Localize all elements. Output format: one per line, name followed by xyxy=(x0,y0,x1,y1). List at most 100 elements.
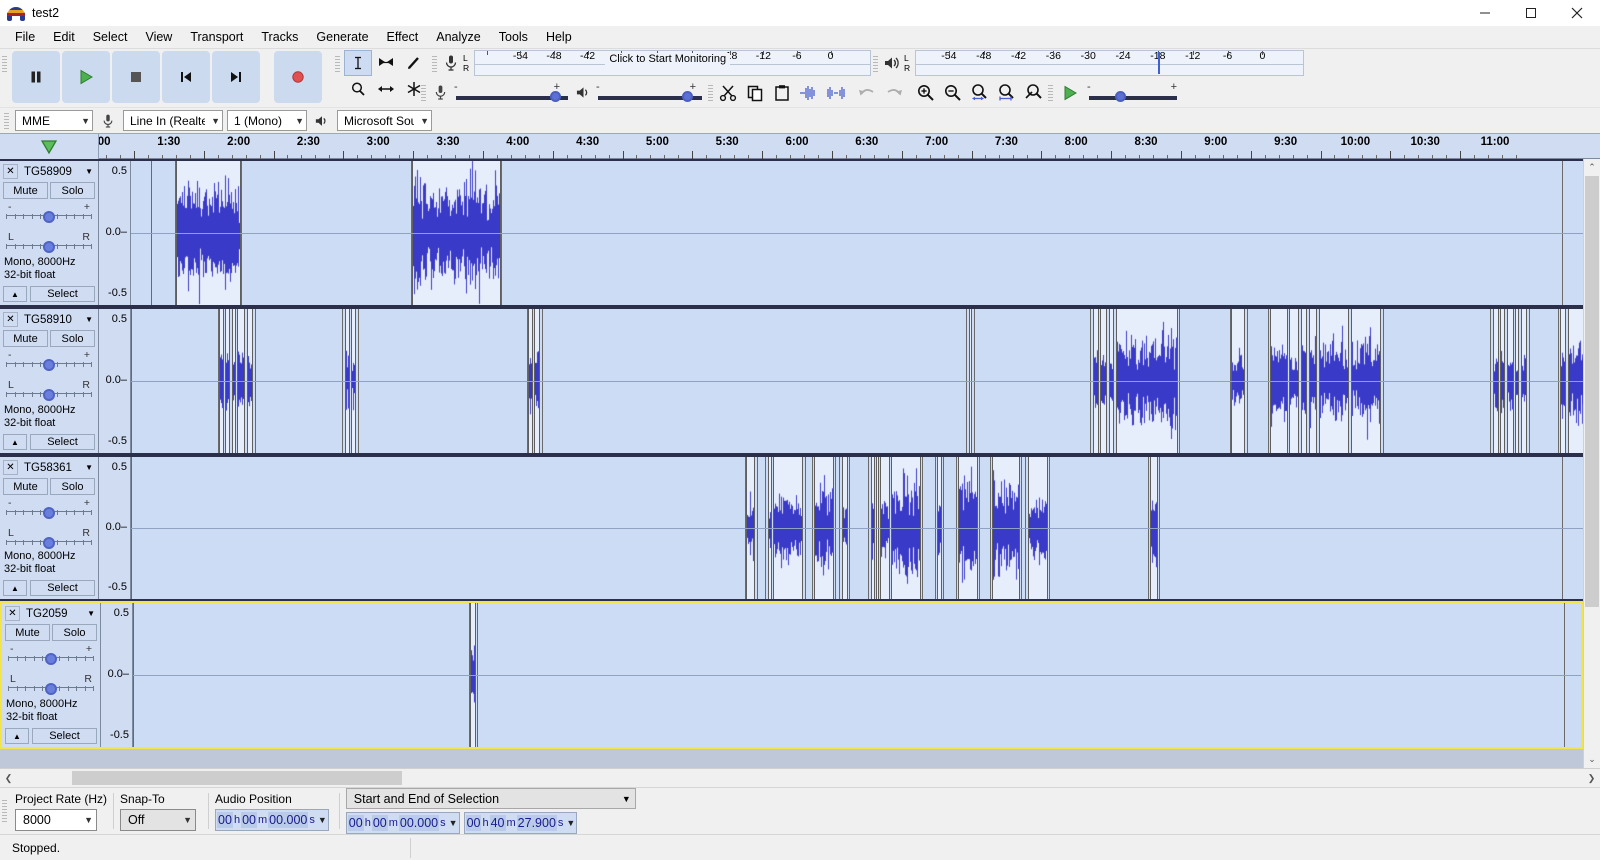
undo-button[interactable] xyxy=(854,80,880,106)
selection-start-minutes[interactable]: 00 xyxy=(371,815,388,831)
pan-slider-thumb[interactable] xyxy=(43,241,55,253)
selection-mode-select[interactable]: Start and End of Selection ▼ xyxy=(345,788,636,809)
waveform-TG2059[interactable] xyxy=(133,603,1581,747)
menu-item-view[interactable]: View xyxy=(136,28,181,46)
recording-device-select[interactable]: Line In (Realtek▼ xyxy=(123,110,223,131)
gain-slider-thumb[interactable] xyxy=(45,653,57,665)
snap-to-select[interactable]: Off ▼ xyxy=(120,808,197,831)
project-rate-select[interactable]: 8000 ▼ xyxy=(15,808,97,831)
device-toolbar-grip[interactable] xyxy=(2,112,11,129)
gain-slider-thumb[interactable] xyxy=(43,211,55,223)
pan-slider[interactable]: LR xyxy=(6,527,92,551)
scroll-up-icon[interactable]: ⌃ xyxy=(1584,159,1600,176)
vertical-scrollbar[interactable]: ⌃ ⌄ xyxy=(1583,159,1600,768)
play-speed-thumb[interactable] xyxy=(1115,90,1126,102)
silence-audio-button[interactable] xyxy=(823,80,849,106)
collapse-up-icon[interactable]: ▲ xyxy=(3,286,27,302)
copy-button[interactable] xyxy=(742,80,768,106)
pan-slider-thumb[interactable] xyxy=(43,389,55,401)
timeline-scale[interactable]: 1:00 1:30 2:00 2:30 3:00 3:30 4:00 4:30 5:00 5:30… xyxy=(99,134,1600,159)
gain-slider[interactable]: - + xyxy=(6,497,92,521)
selection-start-spinner[interactable]: ▼ xyxy=(449,818,458,828)
solo-button[interactable]: Solo xyxy=(50,182,95,199)
audio-position-field[interactable]: 00 h 00 m 00.000 s ▼ xyxy=(215,808,329,831)
track-title[interactable]: TG58361 ▼ xyxy=(21,460,96,475)
audio-position-hours[interactable]: 00 xyxy=(217,811,233,828)
mute-button[interactable]: Mute xyxy=(3,182,48,199)
playback-meter-toolbar[interactable]: LR -54-48-42-36-30-24-18-12-60 xyxy=(880,50,1304,76)
selection-end-minutes[interactable]: 40 xyxy=(489,815,506,831)
zoom-in-button[interactable] xyxy=(912,80,938,106)
menu-item-generate[interactable]: Generate xyxy=(307,28,377,46)
play-at-speed-button[interactable] xyxy=(1055,80,1085,106)
menu-item-help[interactable]: Help xyxy=(537,28,581,46)
multi-tool[interactable] xyxy=(400,76,428,102)
pan-slider[interactable]: LR xyxy=(6,231,92,255)
transport-toolbar-grip[interactable] xyxy=(0,49,9,78)
audio-position-seconds[interactable]: 00.000 xyxy=(268,811,309,828)
collapse-up-icon[interactable]: ▲ xyxy=(5,728,29,744)
close-track-icon[interactable]: ✕ xyxy=(3,164,18,179)
recording-volume-slider[interactable]: - + xyxy=(452,80,572,106)
close-button[interactable] xyxy=(1554,0,1600,26)
pan-slider[interactable]: LR xyxy=(8,673,94,697)
start-monitoring-label[interactable]: Click to Start Monitoring xyxy=(605,53,731,65)
select-button[interactable]: Select xyxy=(30,580,95,596)
selection-end-hours[interactable]: 00 xyxy=(465,815,482,831)
selection-start-seconds[interactable]: 00.000 xyxy=(398,815,440,831)
mute-button[interactable]: Mute xyxy=(3,478,48,495)
draw-tool[interactable] xyxy=(400,50,428,76)
zoom-to-selection-button[interactable] xyxy=(966,80,992,106)
track-TG58361[interactable]: ✕ TG58361 ▼ Mute Solo - + L R Mono, 8000Hz 32-bit … xyxy=(0,455,1583,601)
menu-item-transport[interactable]: Transport xyxy=(181,28,252,46)
horizontal-scrollbar[interactable]: ❮ ❯ xyxy=(0,768,1600,787)
cut-button[interactable] xyxy=(715,80,741,106)
hscroll-trough[interactable] xyxy=(17,769,1583,787)
audio-position-spinner[interactable]: ▼ xyxy=(318,815,327,825)
track-menu-icon[interactable]: ▼ xyxy=(87,609,95,618)
gain-slider[interactable]: - + xyxy=(6,349,92,373)
track-TG58910[interactable]: ✕ TG58910 ▼ Mute Solo - + L R Mono, 8000Hz 32-bit … xyxy=(0,307,1583,455)
minimize-button[interactable] xyxy=(1462,0,1508,26)
recording-meter-bar[interactable]: -54-48-42-18-12-60Click to Start Monitor… xyxy=(474,50,871,76)
select-button[interactable]: Select xyxy=(30,434,95,450)
mute-button[interactable]: Mute xyxy=(3,330,48,347)
recording-channels-select[interactable]: 1 (Mono) ▼ xyxy=(227,110,307,131)
track-title[interactable]: TG2059 ▼ xyxy=(23,606,98,621)
track-TG58909[interactable]: ✕ TG58909 ▼ Mute Solo - + L R Mono, 8000Hz 32-bit … xyxy=(0,159,1583,307)
pinned-play-head-icon[interactable] xyxy=(0,134,99,159)
solo-button[interactable]: Solo xyxy=(52,624,97,641)
track-title[interactable]: TG58909 ▼ xyxy=(21,164,96,179)
gain-slider[interactable]: - + xyxy=(8,643,94,667)
playback-device-select[interactable]: Microsoft Sou ▼ xyxy=(337,110,432,131)
audio-host-select[interactable]: MME ▼ xyxy=(15,110,93,131)
time-shift-tool[interactable] xyxy=(372,76,400,102)
vscroll-thumb[interactable] xyxy=(1585,176,1599,608)
gain-slider-thumb[interactable] xyxy=(43,507,55,519)
waveform-TG58910[interactable] xyxy=(131,309,1583,453)
menu-item-tools[interactable]: Tools xyxy=(490,28,537,46)
selection-tool[interactable] xyxy=(344,50,372,76)
pan-slider-thumb[interactable] xyxy=(43,537,55,549)
selection-start-field[interactable]: 00 h 00 m 00.000 s ▼ xyxy=(345,812,460,834)
track-title[interactable]: TG58910 ▼ xyxy=(21,312,96,327)
selection-end-field[interactable]: 00 h 40 m 27.900 s ▼ xyxy=(463,812,578,834)
trim-audio-button[interactable] xyxy=(796,80,822,106)
waveform-TG58361[interactable] xyxy=(131,457,1583,599)
redo-button[interactable] xyxy=(881,80,907,106)
track-TG2059[interactable]: ✕ TG2059 ▼ Mute Solo - + L R Mono, 8000Hz 32-bit f… xyxy=(0,601,1583,749)
recording-meter-toolbar[interactable]: LR -54-48-42-18-12-60Click to Start Moni… xyxy=(439,50,871,76)
playback-meter-grip[interactable] xyxy=(871,49,880,78)
selection-start-hours[interactable]: 00 xyxy=(347,815,364,831)
scroll-left-icon[interactable]: ❮ xyxy=(0,769,17,787)
maximize-button[interactable] xyxy=(1508,0,1554,26)
playback-volume-slider[interactable]: - + xyxy=(594,80,706,106)
solo-button[interactable]: Solo xyxy=(50,330,95,347)
tools-toolbar-grip[interactable] xyxy=(333,49,342,78)
collapse-up-icon[interactable]: ▲ xyxy=(3,580,27,596)
close-track-icon[interactable]: ✕ xyxy=(3,312,18,327)
collapse-up-icon[interactable]: ▲ xyxy=(3,434,27,450)
vscroll-trough[interactable] xyxy=(1584,176,1600,751)
play-at-speed-grip[interactable] xyxy=(1046,78,1055,107)
select-button[interactable]: Select xyxy=(30,286,95,302)
